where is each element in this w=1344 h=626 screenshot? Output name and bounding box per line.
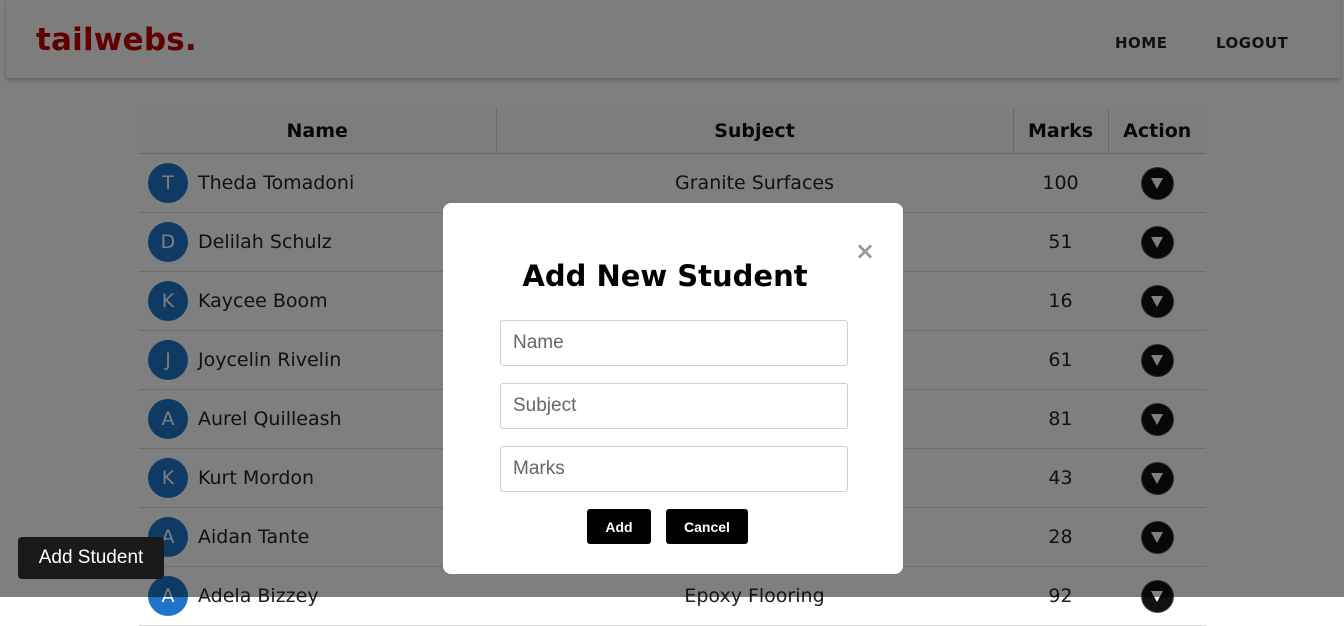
- modal-title: Add New Student: [522, 259, 808, 293]
- add-student-button[interactable]: Add Student: [18, 537, 164, 579]
- cancel-button[interactable]: Cancel: [666, 509, 748, 544]
- marks-input[interactable]: [500, 446, 848, 492]
- name-input[interactable]: [500, 320, 848, 366]
- add-student-modal: × Add New Student Add Cancel: [443, 203, 903, 574]
- subject-input[interactable]: [500, 383, 848, 429]
- add-button[interactable]: Add: [587, 509, 651, 544]
